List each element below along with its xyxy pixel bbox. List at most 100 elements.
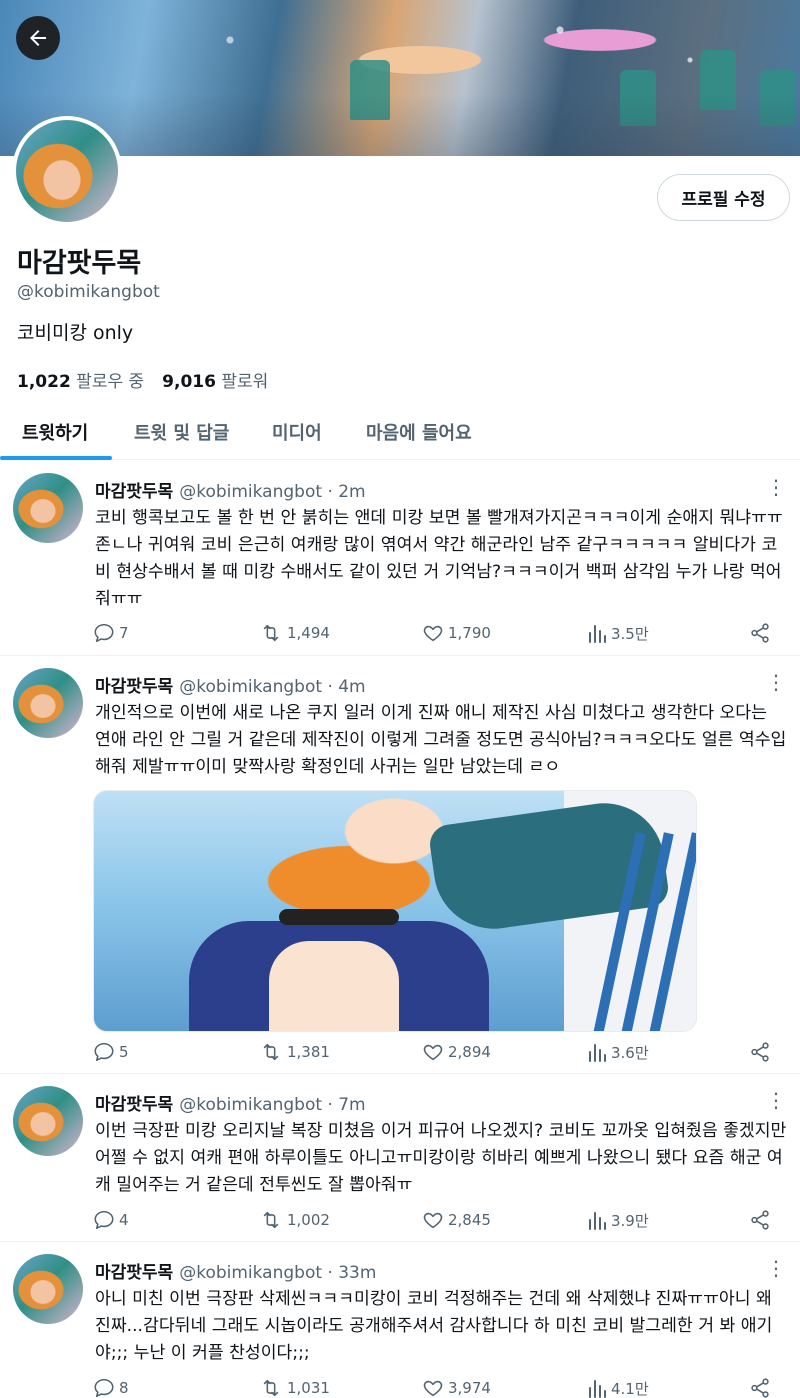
tweet[interactable]: 마감팟두목 @kobimikangbot · 7m ⋮ 이번 극장판 미캉 오리지…: [0, 1074, 800, 1242]
tweet-author-name[interactable]: 마감팟두목: [95, 482, 173, 502]
retweet-button[interactable]: 1,031: [259, 1376, 330, 1398]
tweet-author-name[interactable]: 마감팟두목: [95, 1263, 173, 1283]
view-count: 4.1만: [611, 1379, 649, 1398]
tab-likes[interactable]: 마음에 들어요: [366, 404, 472, 460]
views-button[interactable]: 3.5만: [587, 621, 649, 645]
tweet-media-image[interactable]: [93, 790, 697, 1032]
more-options-icon[interactable]: ⋮: [766, 1258, 786, 1278]
like-count: 1,790: [448, 624, 491, 642]
views-chart-icon: [589, 1212, 606, 1230]
tweet-text: 아니 미친 이번 극장판 삭제씬ㅋㅋㅋ미캉이 코비 걱정해주는 건데 왜 삭제했…: [95, 1289, 773, 1363]
tweet-author-handle: @kobimikangbot: [179, 1095, 323, 1115]
tab-tweets-and-replies[interactable]: 트윗 및 답글: [134, 404, 229, 460]
reply-button[interactable]: 7: [93, 621, 129, 645]
tweet[interactable]: 마감팟두목 @kobimikangbot · 4m ⋮ 개인적으로 이번에 새로 …: [0, 656, 800, 1074]
share-button[interactable]: [749, 621, 771, 645]
tweet-timestamp: · 33m: [327, 1263, 377, 1283]
retweet-count: 1,031: [287, 1379, 330, 1397]
tweet-avatar[interactable]: [13, 1254, 83, 1324]
retweet-button[interactable]: 1,494: [259, 621, 330, 645]
following-label: 팔로우 중: [76, 372, 145, 392]
share-icon: [751, 1210, 769, 1230]
share-button[interactable]: [749, 1376, 771, 1398]
edit-profile-button[interactable]: 프로필 수정: [657, 174, 790, 221]
retweet-icon: [263, 1043, 279, 1061]
view-count: 3.9만: [611, 1211, 649, 1230]
back-button[interactable]: [16, 16, 60, 60]
like-count: 2,845: [448, 1211, 491, 1229]
following-link[interactable]: 1,022 팔로우 중: [17, 367, 144, 392]
views-chart-icon: [589, 625, 606, 643]
reply-button[interactable]: 5: [93, 1040, 129, 1064]
reply-count: 4: [119, 1211, 129, 1229]
like-button[interactable]: 1,790: [422, 621, 491, 645]
heart-icon: [423, 1044, 443, 1061]
tweet-timestamp: · 4m: [327, 677, 366, 697]
profile-display-name: 마감팟두목: [17, 248, 142, 279]
views-button[interactable]: 4.1만: [587, 1376, 649, 1398]
more-options-icon[interactable]: ⋮: [766, 477, 786, 497]
tab-media[interactable]: 미디어: [272, 404, 322, 460]
retweet-button[interactable]: 1,381: [259, 1040, 330, 1064]
reply-icon: [94, 1378, 114, 1398]
tab-tweets[interactable]: 트윗하기: [22, 404, 88, 460]
tweet[interactable]: 마감팟두목 @kobimikangbot · 33m ⋮ 아니 미친 이번 극장판…: [0, 1242, 800, 1398]
tweet-timestamp: · 7m: [327, 1095, 366, 1115]
tweet-timestamp: · 2m: [327, 482, 366, 502]
tweet-text: 코비 행콕보고도 볼 한 번 안 붉히는 앤데 미캉 보면 볼 빨개져가지곤ㅋㅋ…: [95, 508, 783, 609]
tweet-author-name[interactable]: 마감팟두목: [95, 1095, 173, 1115]
followers-count: 9,016: [162, 372, 216, 392]
like-button[interactable]: 2,845: [422, 1208, 491, 1232]
profile-tabs: 트윗하기 트윗 및 답글 미디어 마음에 들어요: [0, 404, 800, 460]
share-icon: [751, 1042, 769, 1062]
tweet-author-name[interactable]: 마감팟두목: [95, 677, 173, 697]
view-count: 3.5만: [611, 624, 649, 643]
tweet-actions: 7 1,494 1,790 3.5만: [93, 621, 783, 645]
views-button[interactable]: 3.6만: [587, 1040, 649, 1064]
more-options-icon[interactable]: ⋮: [766, 672, 786, 692]
tweet-avatar[interactable]: [13, 1086, 83, 1156]
reply-button[interactable]: 8: [93, 1376, 129, 1398]
tweet-header: 마감팟두목 @kobimikangbot · 2m: [95, 477, 366, 502]
retweet-icon: [263, 624, 279, 642]
heart-icon: [423, 1212, 443, 1229]
like-button[interactable]: 3,974: [422, 1376, 491, 1398]
reply-button[interactable]: 4: [93, 1208, 129, 1232]
views-button[interactable]: 3.9만: [587, 1208, 649, 1232]
retweet-count: 1,002: [287, 1211, 330, 1229]
tweet-author-handle: @kobimikangbot: [179, 482, 323, 502]
retweet-button[interactable]: 1,002: [259, 1208, 330, 1232]
profile-handle: @kobimikangbot: [17, 282, 160, 302]
followers-link[interactable]: 9,016 팔로워: [162, 367, 268, 392]
tweet-text: 이번 극장판 미캉 오리지날 복장 미쳤음 이거 피규어 나오겠지? 코비도 꼬…: [95, 1121, 787, 1195]
view-count: 3.6만: [611, 1043, 649, 1062]
retweet-count: 1,381: [287, 1043, 330, 1061]
arrow-left-icon: [30, 30, 46, 46]
retweet-count: 1,494: [287, 624, 330, 642]
tweet-header: 마감팟두목 @kobimikangbot · 4m: [95, 672, 366, 697]
followers-label: 팔로워: [221, 372, 269, 392]
share-button[interactable]: [749, 1208, 771, 1232]
reply-icon: [94, 623, 114, 643]
tweet[interactable]: 마감팟두목 @kobimikangbot · 2m ⋮ 코비 행콕보고도 볼 한 …: [0, 461, 800, 656]
tweet-text: 개인적으로 이번에 새로 나온 쿠지 일러 이게 진짜 애니 제작진 사심 미쳤…: [95, 703, 787, 777]
follow-stats: 1,022 팔로우 중 9,016 팔로워: [17, 367, 268, 392]
like-button[interactable]: 2,894: [422, 1040, 491, 1064]
reply-count: 8: [119, 1379, 129, 1397]
views-chart-icon: [589, 1380, 606, 1398]
tweet-actions: 8 1,031 3,974 4.1만: [93, 1376, 783, 1398]
tweet-avatar[interactable]: [13, 473, 83, 543]
share-button[interactable]: [749, 1040, 771, 1064]
more-options-icon[interactable]: ⋮: [766, 1090, 786, 1110]
tweet-avatar[interactable]: [13, 668, 83, 738]
profile-avatar[interactable]: [12, 116, 122, 226]
retweet-icon: [263, 1379, 279, 1397]
profile-banner: [0, 0, 800, 156]
share-icon: [751, 1378, 769, 1398]
tweet-actions: 4 1,002 2,845 3.9만: [93, 1208, 783, 1232]
like-count: 3,974: [448, 1379, 491, 1397]
heart-icon: [423, 1380, 443, 1397]
retweet-icon: [263, 1211, 279, 1229]
reply-count: 7: [119, 624, 129, 642]
tweet-author-handle: @kobimikangbot: [179, 677, 323, 697]
